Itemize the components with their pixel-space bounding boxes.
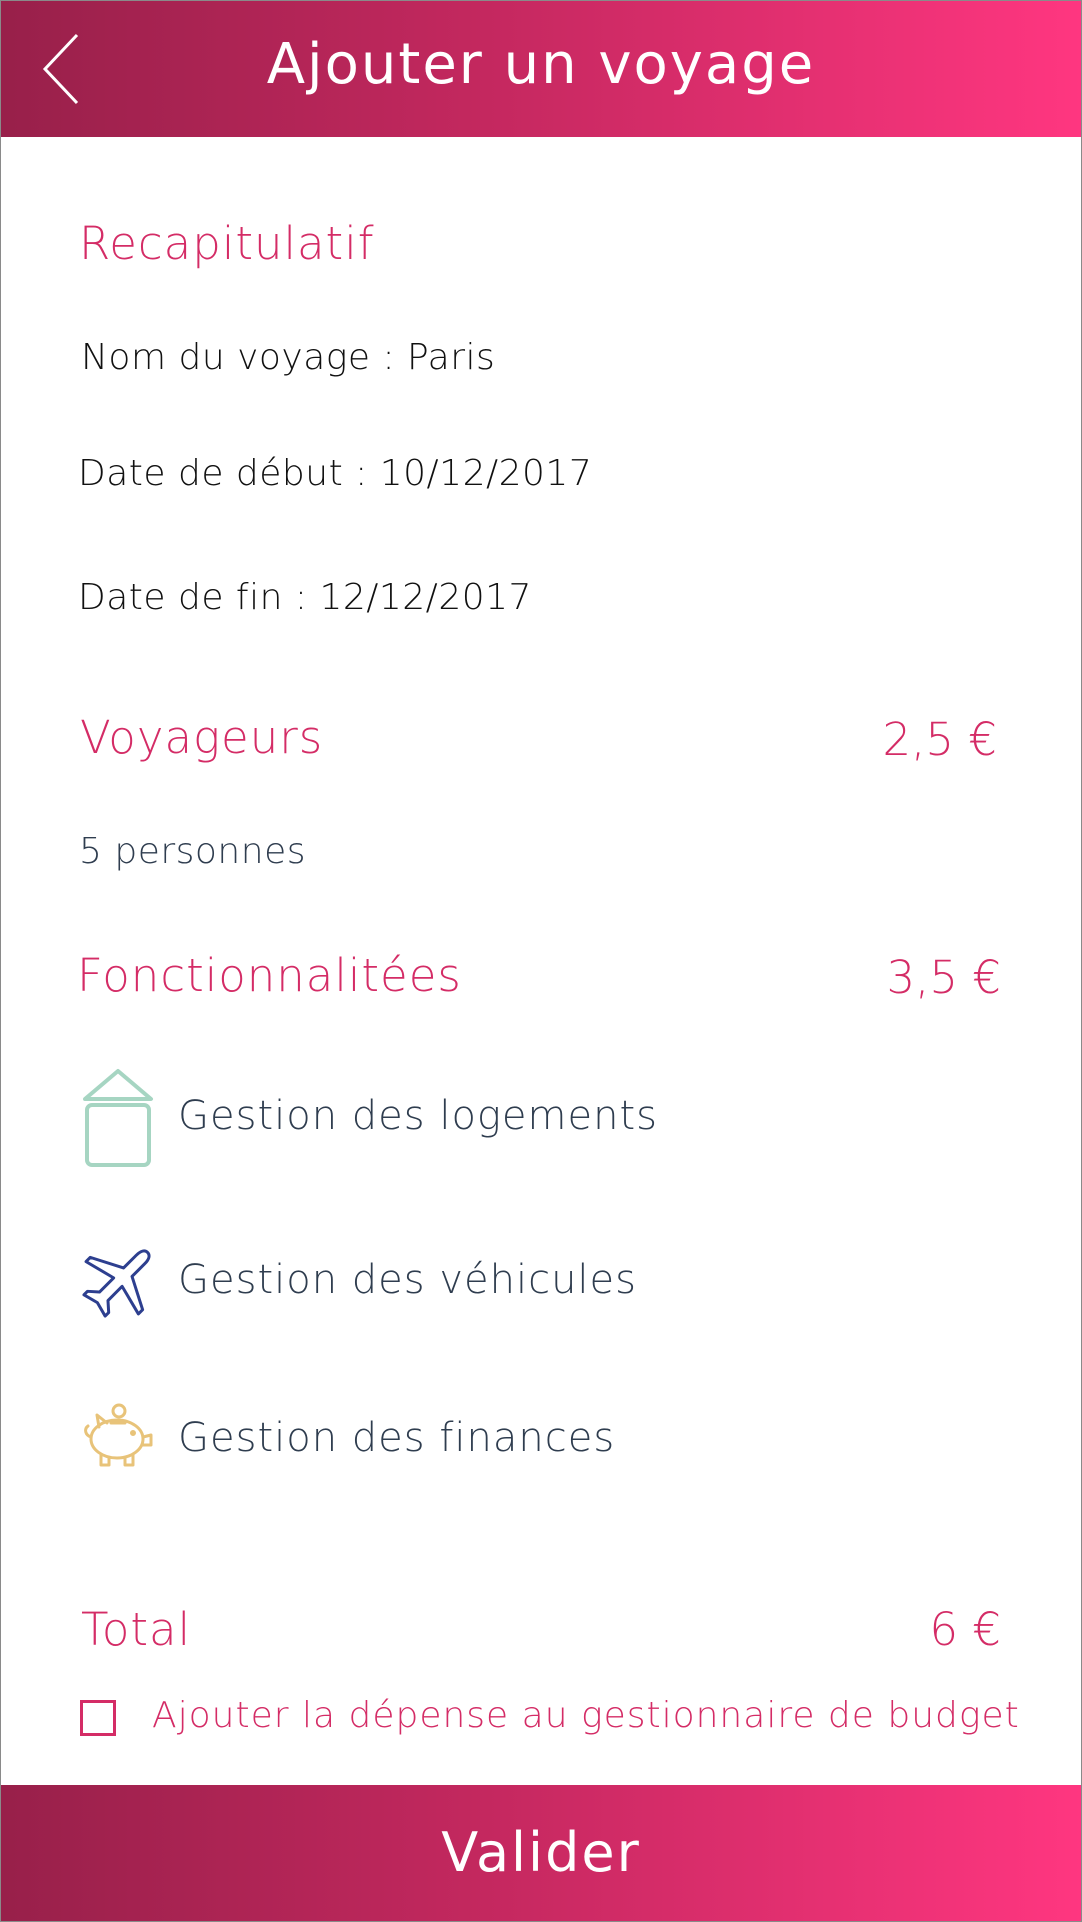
validate-button-label: Valider [441, 1821, 641, 1884]
feature-label-vehicles: Gestion des véhicules [178, 1257, 637, 1303]
features-section-title: Fonctionnalitées [77, 949, 462, 1002]
validate-button[interactable]: Valider [1, 1785, 1081, 1921]
features-price: 3,5 € [886, 951, 1002, 1004]
travelers-section-title: Voyageurs [80, 711, 324, 764]
feature-label-housing: Gestion des logements [178, 1093, 658, 1139]
screen: Ajouter un voyage Recapitulatif Nom du v… [0, 0, 1082, 1922]
total-label: Total [81, 1603, 192, 1656]
header-bar: Ajouter un voyage [1, 1, 1081, 137]
house-icon [81, 1067, 155, 1171]
end-date-text: Date de fin : 12/12/2017 [78, 577, 532, 618]
recap-section-title: Recapitulatif [79, 217, 375, 270]
start-date-text: Date de début : 10/12/2017 [78, 453, 593, 494]
airplane-icon [79, 1239, 161, 1321]
budget-checkbox-label[interactable]: Ajouter la dépense au gestionnaire de bu… [152, 1695, 1020, 1736]
feature-label-finances: Gestion des finances [178, 1415, 616, 1461]
trip-name-text: Nom du voyage : Paris [81, 337, 496, 378]
page-title: Ajouter un voyage [266, 32, 816, 97]
travelers-price: 2,5 € [882, 713, 998, 766]
travelers-count: 5 personnes [79, 831, 306, 872]
total-price: 6 € [929, 1603, 1001, 1656]
piggy-bank-icon [81, 1401, 153, 1471]
budget-checkbox[interactable] [80, 1700, 116, 1736]
